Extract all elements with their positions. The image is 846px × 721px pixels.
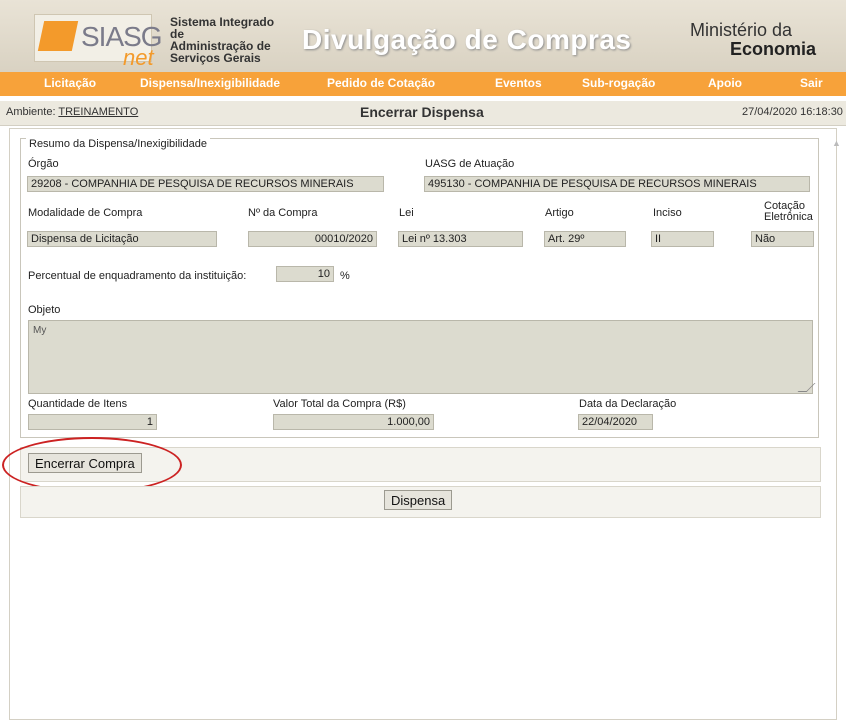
percentual-label: Percentual de enquadramento da instituiç… bbox=[28, 270, 247, 282]
ministry-line2: Economia bbox=[730, 39, 817, 59]
inciso-label: Inciso bbox=[653, 207, 682, 219]
objeto-text: My bbox=[33, 325, 47, 336]
cotacao-label-line2: Eletrônica bbox=[764, 211, 813, 223]
modalidade-field: Dispensa de Licitação bbox=[27, 231, 217, 247]
percentual-unit: % bbox=[340, 270, 350, 282]
orgao-field: 29208 - COMPANHIA DE PESQUISA DE RECURSO… bbox=[27, 176, 384, 192]
numero-compra-field: 00010/2020 bbox=[248, 231, 377, 247]
modalidade-label: Modalidade de Compra bbox=[28, 207, 143, 219]
ministry-line1: Ministério da bbox=[690, 20, 793, 40]
objeto-label: Objeto bbox=[28, 304, 61, 316]
data-declaracao-field: 22/04/2020 bbox=[578, 414, 653, 430]
uasg-label: UASG de Atuação bbox=[425, 158, 515, 170]
site-header: SIASG net Sistema Integrado de Administr… bbox=[0, 0, 846, 73]
nav-item-sair[interactable]: Sair bbox=[800, 76, 823, 90]
highlight-circle bbox=[2, 437, 182, 493]
numero-compra-label: Nº da Compra bbox=[248, 207, 318, 219]
resumo-legend: Resumo da Dispensa/Inexigibilidade bbox=[26, 138, 210, 150]
uasg-field: 495130 - COMPANHIA DE PESQUISA DE RECURS… bbox=[424, 176, 810, 192]
main-nav: Licitação Dispensa/Inexigibilidade Pedid… bbox=[0, 72, 846, 96]
siasg-logo: SIASG net bbox=[34, 14, 163, 70]
valor-total-label: Valor Total da Compra (R$) bbox=[273, 398, 406, 410]
quantidade-field: 1 bbox=[28, 414, 157, 430]
banner-title: Divulgação de Compras bbox=[302, 24, 632, 55]
orgao-label: Órgão bbox=[28, 158, 59, 170]
nav-item-licitacao[interactable]: Licitação bbox=[44, 76, 96, 90]
nav-item-dispensa[interactable]: Dispensa/Inexigibilidade bbox=[140, 76, 280, 90]
lei-field: Lei nº 13.303 bbox=[398, 231, 523, 247]
info-bar: Ambiente: TREINAMENTO Encerrar Dispensa … bbox=[0, 101, 846, 126]
resize-handle-icon[interactable] bbox=[797, 383, 816, 392]
dispensa-button[interactable]: Dispensa bbox=[384, 490, 453, 510]
page-title: Encerrar Dispensa bbox=[360, 104, 484, 120]
scroll-up-icon[interactable]: ▲ bbox=[832, 138, 842, 148]
logo-flag-icon bbox=[37, 21, 79, 51]
data-declaracao-label: Data da Declaração bbox=[579, 398, 677, 410]
objeto-textarea[interactable]: My bbox=[28, 320, 816, 394]
nav-item-sub-rogacao[interactable]: Sub-rogação bbox=[582, 76, 655, 90]
environment: Ambiente: TREINAMENTO bbox=[6, 106, 138, 118]
artigo-field: Art. 29º bbox=[544, 231, 626, 247]
cotacao-field: Não bbox=[751, 231, 814, 247]
artigo-label: Artigo bbox=[545, 207, 574, 219]
inciso-field: II bbox=[651, 231, 714, 247]
percentual-field: 10 bbox=[276, 266, 334, 282]
cotacao-label: Cotação Eletrônica bbox=[764, 201, 813, 223]
nav-item-apoio[interactable]: Apoio bbox=[708, 76, 742, 90]
environment-label: Ambiente: bbox=[6, 106, 56, 118]
datetime: 27/04/2020 16:18:30 bbox=[742, 106, 843, 118]
valor-total-field: 1.000,00 bbox=[273, 414, 434, 430]
logo-net-text: net bbox=[123, 45, 154, 70]
system-title-line3: Serviços Gerais bbox=[170, 51, 261, 65]
lei-label: Lei bbox=[399, 207, 414, 219]
quantidade-label: Quantidade de Itens bbox=[28, 398, 128, 410]
nav-item-eventos[interactable]: Eventos bbox=[495, 76, 542, 90]
system-title-line1: Sistema Integrado de bbox=[170, 15, 275, 41]
nav-item-pedido-cotacao[interactable]: Pedido de Cotação bbox=[327, 76, 435, 90]
environment-link[interactable]: TREINAMENTO bbox=[58, 106, 138, 118]
system-title: Sistema Integrado de Administração de Se… bbox=[170, 16, 290, 64]
